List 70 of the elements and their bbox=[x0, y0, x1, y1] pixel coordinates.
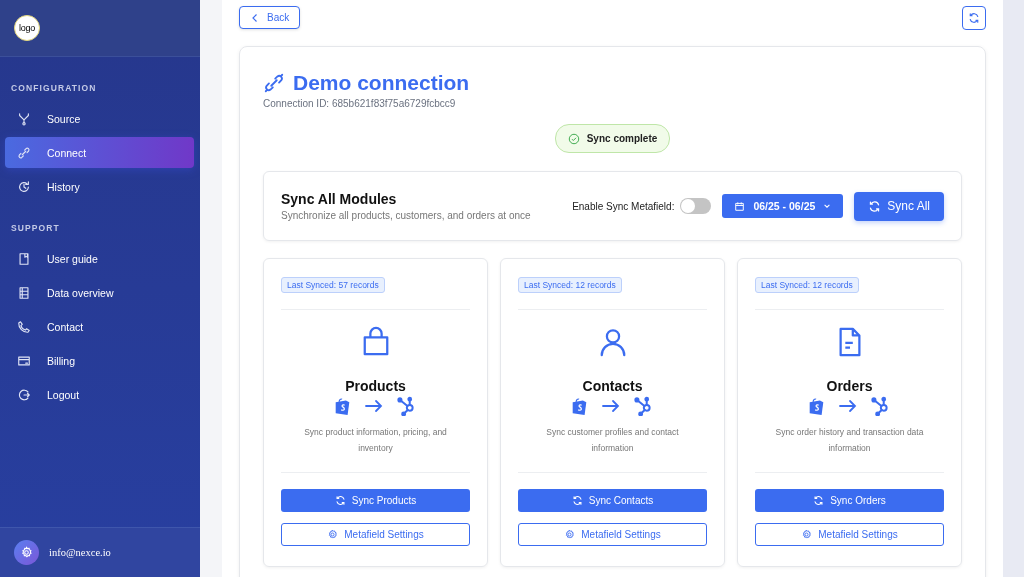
last-synced-badge: Last Synced: 12 records bbox=[518, 277, 622, 293]
connection-title: Demo connection bbox=[293, 71, 470, 95]
data-icon bbox=[17, 285, 31, 300]
check-circle-icon bbox=[567, 132, 580, 145]
hub-icon bbox=[397, 396, 417, 416]
last-synced-badge: Last Synced: 57 records bbox=[281, 277, 385, 293]
hub-icon bbox=[871, 396, 891, 416]
refresh-icon bbox=[571, 495, 583, 506]
source-icon bbox=[17, 111, 31, 126]
arrow-icon bbox=[838, 399, 858, 413]
contact-icon bbox=[17, 319, 31, 334]
metafield-toggle[interactable] bbox=[680, 198, 712, 214]
status-text: Sync complete bbox=[586, 133, 658, 144]
nav-item[interactable]: User guide bbox=[5, 243, 194, 274]
sync-button[interactable]: Sync Contacts bbox=[518, 489, 707, 512]
calendar-icon bbox=[734, 200, 746, 212]
module-description: Sync product information, pricing, and inventory bbox=[303, 426, 448, 455]
hub-icon bbox=[634, 396, 654, 416]
module-description: Sync order history and transaction data information bbox=[774, 426, 925, 455]
refresh-icon bbox=[868, 199, 882, 213]
gear-icon bbox=[327, 529, 339, 540]
toggle-label: Enable Sync Metafield: bbox=[572, 200, 675, 212]
connection-id: Connection ID: 685b621f83f75a6729fcbcc9 bbox=[263, 98, 457, 109]
shopping-bag-icon bbox=[334, 396, 351, 416]
last-synced-badge: Last Synced: 12 records bbox=[755, 277, 859, 293]
gear-icon bbox=[564, 529, 576, 540]
date-range-button[interactable]: 06/25 - 06/25 bbox=[722, 194, 844, 218]
nav-item[interactable]: Contact bbox=[5, 311, 194, 342]
gear-icon bbox=[20, 546, 33, 559]
caret-icon bbox=[823, 202, 832, 210]
nav-item[interactable]: Connect bbox=[5, 137, 194, 168]
sync-button[interactable]: Sync Orders bbox=[755, 489, 944, 512]
module-title: Products bbox=[344, 378, 407, 394]
user-email: info@nexce.io bbox=[49, 547, 111, 558]
section-heading: SUPPORT bbox=[10, 223, 61, 233]
arrow-icon bbox=[601, 399, 621, 413]
section-heading: CONFIGURATION bbox=[10, 83, 98, 93]
logo[interactable]: logo bbox=[14, 15, 40, 41]
back-button[interactable]: Back bbox=[239, 6, 301, 29]
history-icon bbox=[17, 179, 31, 194]
user-avatar[interactable] bbox=[14, 540, 39, 565]
sync-button[interactable]: Sync Products bbox=[281, 489, 470, 512]
sync-all-button[interactable]: Sync All bbox=[854, 191, 944, 221]
billing-icon bbox=[17, 353, 31, 368]
module-title: Orders bbox=[825, 378, 874, 394]
plug-icon bbox=[263, 72, 285, 94]
chevron-left-icon bbox=[250, 12, 260, 23]
panel-title: Sync All Modules bbox=[281, 191, 398, 207]
nav-item[interactable]: History bbox=[5, 171, 194, 202]
metafield-settings-button[interactable]: Metafield Settings bbox=[518, 523, 707, 546]
shopping-bag-icon bbox=[808, 396, 825, 416]
metafield-settings-button[interactable]: Metafield Settings bbox=[755, 523, 944, 546]
panel-subtitle: Synchronize all products, customers, and orders at once bbox=[281, 210, 532, 221]
module-title: Contacts bbox=[581, 378, 644, 394]
refresh-icon bbox=[813, 495, 825, 506]
guide-icon bbox=[17, 251, 31, 266]
nav-item[interactable]: Source bbox=[5, 103, 194, 134]
metafield-settings-button[interactable]: Metafield Settings bbox=[281, 523, 470, 546]
nav-item[interactable]: Data overview bbox=[5, 277, 194, 308]
connect-icon bbox=[17, 145, 31, 160]
arrow-icon bbox=[364, 399, 384, 413]
shopping-bag-icon bbox=[571, 396, 588, 416]
module-description: Sync customer profiles and contact information bbox=[545, 426, 680, 455]
logout-icon bbox=[17, 387, 31, 402]
gear-icon bbox=[801, 529, 813, 540]
nav-item[interactable]: Billing bbox=[5, 345, 194, 376]
refresh-button[interactable] bbox=[962, 6, 986, 30]
refresh-icon bbox=[334, 495, 346, 506]
refresh-icon bbox=[968, 12, 980, 24]
nav-item[interactable]: Logout bbox=[5, 379, 194, 410]
